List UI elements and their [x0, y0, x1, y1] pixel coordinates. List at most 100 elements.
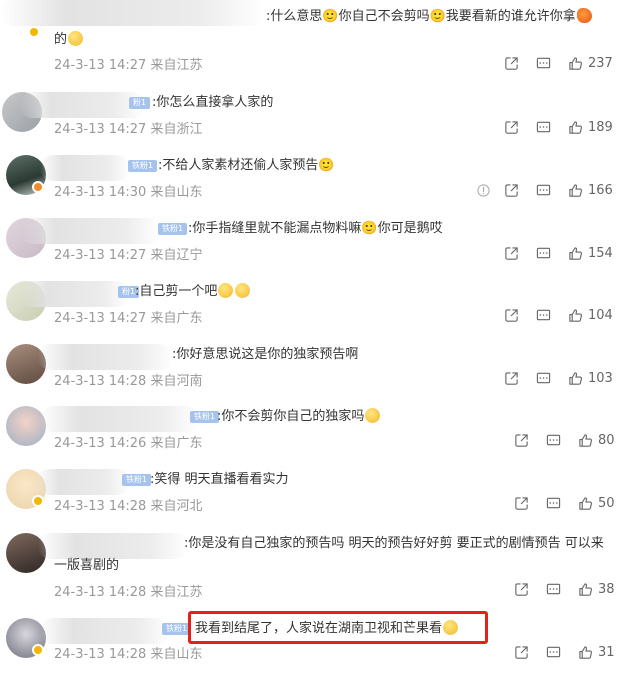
comment-button[interactable]: [536, 368, 551, 388]
like-count: 50: [598, 495, 615, 511]
comment-meta: 24-3-13 14:26 来自广东: [54, 432, 203, 451]
comment-text: :你怎么直接拿人家的: [152, 95, 274, 110]
comment-location: 来自河南: [150, 374, 203, 389]
thumbs-up-icon: [579, 433, 593, 447]
comment-text: :不给人家素材还偷人家预告🙂: [158, 158, 335, 173]
fan-badge: 铁粉1: [158, 223, 188, 235]
like-button[interactable]: 31: [578, 642, 615, 662]
comment-meta: 24-3-13 14:28 来自江苏: [54, 581, 203, 600]
comment-meta: 24-3-13 14:27 来自江苏: [54, 54, 203, 73]
comment-location: 来自山东: [150, 647, 203, 662]
comment-button[interactable]: [546, 430, 561, 450]
blurred-username: [20, 218, 160, 244]
comment-icon: [536, 309, 551, 320]
like-button[interactable]: 237: [568, 53, 613, 73]
share-button[interactable]: [514, 642, 529, 662]
avatar: [6, 406, 46, 446]
like-button[interactable]: 50: [578, 493, 615, 513]
comment-actions: 166: [476, 180, 614, 200]
share-button[interactable]: [504, 53, 519, 73]
blurred-username: [40, 406, 200, 432]
comment-button[interactable]: [536, 305, 551, 325]
share-icon: [505, 183, 518, 197]
comment-icon: [536, 372, 551, 383]
like-count: 104: [588, 307, 613, 323]
like-count: 154: [588, 245, 613, 261]
share-button[interactable]: [504, 305, 519, 325]
comment-button[interactable]: [536, 53, 551, 73]
thumbs-up-icon: [569, 371, 583, 385]
comment-date: 24-3-13 14:27: [54, 311, 147, 326]
like-button[interactable]: 80: [578, 430, 615, 450]
thumbs-up-icon: [569, 56, 583, 70]
comment-icon: [546, 646, 561, 657]
comment-button[interactable]: [546, 493, 561, 513]
share-icon: [515, 433, 528, 447]
comment-button[interactable]: [536, 243, 551, 263]
like-button[interactable]: 38: [578, 579, 615, 599]
comment-text: :什么意思🙂你自己不会剪吗🙂我要看新的谁允许你拿: [266, 6, 593, 27]
comment-meta: 24-3-13 14:28 来自河南: [54, 370, 203, 389]
fan-badge: 铁粉1: [162, 623, 192, 635]
comment-button[interactable]: [546, 579, 561, 599]
comment-text: :你不会剪你自己的独家吗: [217, 406, 381, 427]
comment-location: 来自山东: [150, 185, 203, 200]
share-icon: [505, 246, 518, 260]
carrot-emoji-icon: [576, 8, 592, 23]
comment-location: 来自广东: [150, 311, 203, 326]
comment-actions: 104: [504, 305, 614, 325]
thumbs-up-icon: [569, 120, 583, 134]
like-count: 103: [588, 370, 613, 386]
comment-date: 24-3-13 14:28: [54, 647, 147, 662]
like-button[interactable]: 103: [568, 368, 613, 388]
comment-meta: 24-3-13 14:27 来自广东: [54, 307, 203, 326]
comment-date: 24-3-13 14:28: [54, 499, 147, 514]
share-icon: [515, 645, 528, 659]
fan-badge: 粉1: [129, 97, 151, 109]
like-button[interactable]: 154: [568, 243, 613, 263]
share-icon: [505, 120, 518, 134]
comment-button[interactable]: [546, 642, 561, 662]
share-button[interactable]: [514, 493, 529, 513]
verified-badge-icon: [32, 181, 44, 193]
cat-emoji-icon: [235, 283, 251, 298]
fan-badge: 铁粉1: [190, 411, 220, 423]
like-count: 189: [588, 119, 613, 135]
share-button[interactable]: [504, 117, 519, 137]
comment-list: :什么意思🙂你自己不会剪吗🙂我要看新的谁允许你拿 的 24-3-13 14:27…: [0, 0, 628, 672]
verified-badge-icon: [28, 26, 40, 38]
like-button[interactable]: 189: [568, 117, 613, 137]
blurred-username: [40, 618, 170, 644]
share-button[interactable]: [514, 430, 529, 450]
highlight-box: [188, 611, 488, 644]
like-count: 38: [598, 581, 615, 597]
comment-actions: 80: [514, 430, 615, 450]
comment-location: 来自广东: [150, 436, 203, 451]
comment-location: 来自江苏: [150, 585, 203, 600]
like-button[interactable]: 104: [568, 305, 613, 325]
share-icon: [505, 371, 518, 385]
blurred-username: [38, 344, 173, 370]
blurred-username: [36, 469, 130, 495]
comment-text-continued: 一版喜剧的: [54, 558, 120, 573]
comment-location: 来自河北: [150, 499, 203, 514]
share-button[interactable]: [514, 579, 529, 599]
like-count: 166: [588, 182, 613, 198]
comment-button[interactable]: [536, 117, 551, 137]
report-button[interactable]: [476, 180, 491, 200]
like-button[interactable]: 166: [568, 180, 613, 200]
share-button[interactable]: [504, 180, 519, 200]
comment-location: 来自浙江: [150, 122, 203, 137]
share-icon: [505, 308, 518, 322]
cat-emoji-icon: [218, 283, 234, 298]
comment-actions: 31: [514, 642, 615, 662]
comment-button[interactable]: [536, 180, 551, 200]
share-icon: [505, 56, 518, 70]
comment-date: 24-3-13 14:28: [54, 585, 147, 600]
share-button[interactable]: [504, 368, 519, 388]
thumbs-up-icon: [579, 645, 593, 659]
thumbs-up-icon: [579, 582, 593, 596]
share-button[interactable]: [504, 243, 519, 263]
comment-text-continued: 的: [54, 29, 84, 50]
shrug-emoji-icon: [365, 408, 381, 423]
